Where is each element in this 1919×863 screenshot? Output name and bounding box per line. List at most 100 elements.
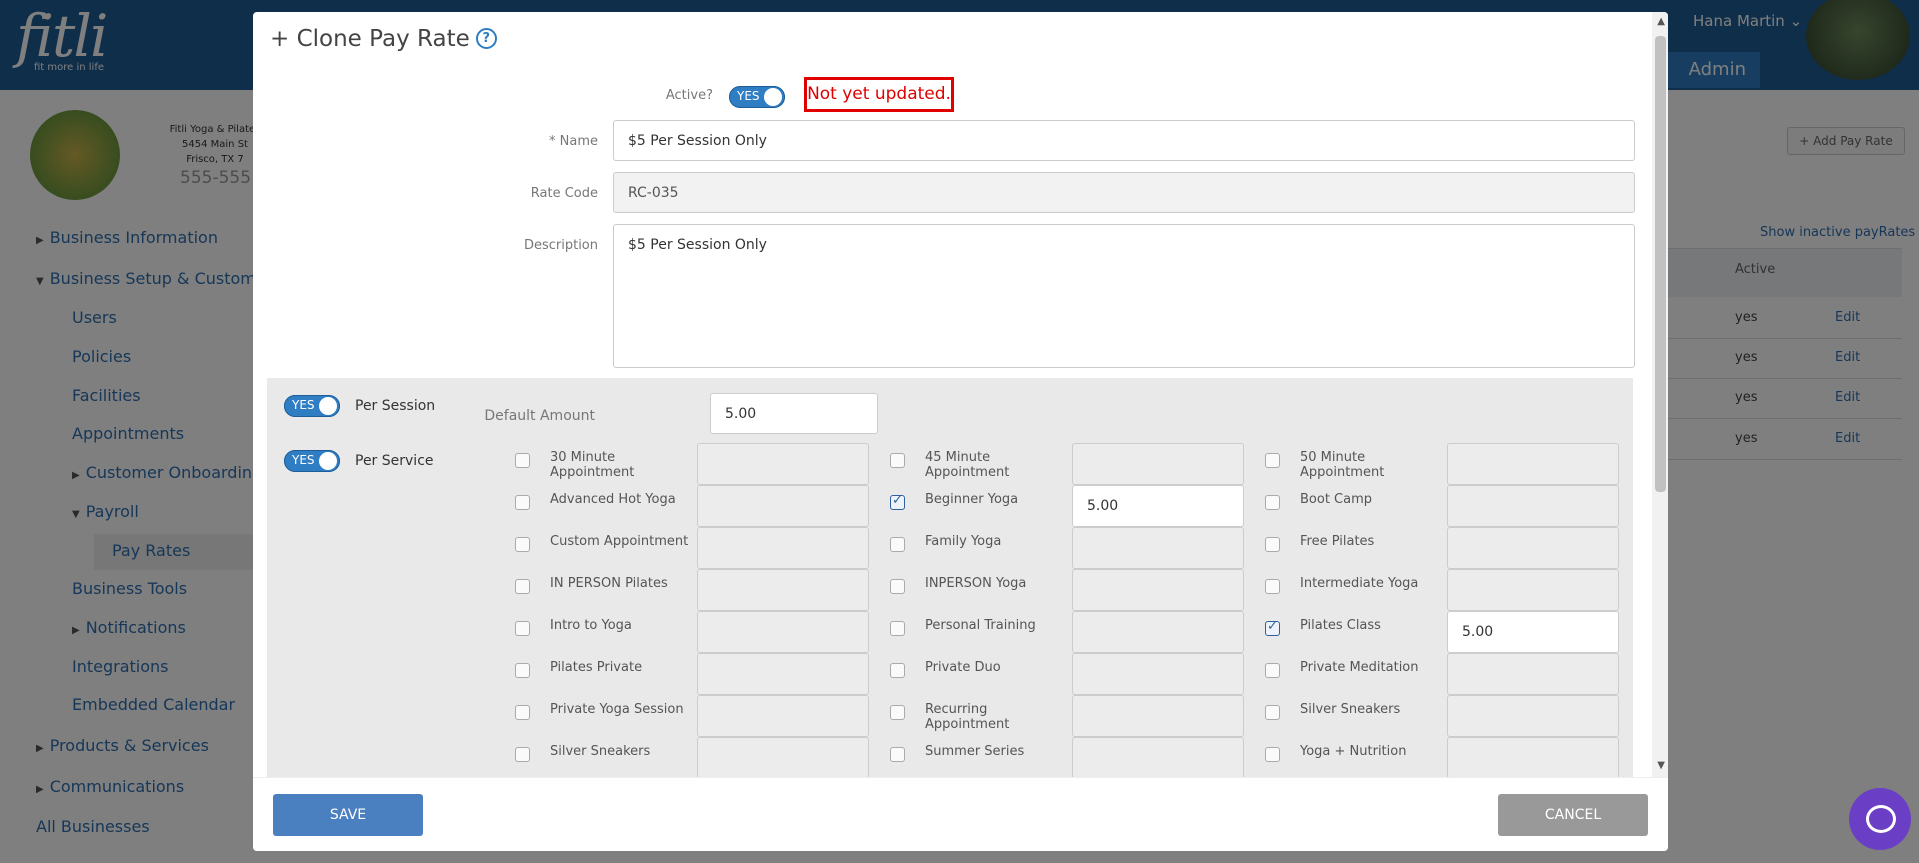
modal-title: + Clone Pay Rate? <box>270 26 497 52</box>
service-label: Intermediate Yoga <box>1300 576 1419 591</box>
service-label: Private Yoga Session <box>550 702 684 717</box>
service-checkbox[interactable] <box>515 705 530 720</box>
service-label: Pilates Class <box>1300 618 1381 633</box>
rates-panel: YES Per Session Default Amount YES Per S… <box>267 378 1633 798</box>
service-amount-input[interactable]: 5.00 <box>1447 611 1619 653</box>
service-checkbox[interactable] <box>1265 705 1280 720</box>
service-amount-input[interactable] <box>697 527 869 569</box>
name-input[interactable] <box>613 120 1635 161</box>
service-amount-input[interactable] <box>1447 695 1619 737</box>
per-session-toggle[interactable]: YES <box>284 395 340 417</box>
service-label: Silver Sneakers <box>550 744 651 759</box>
default-amount-input[interactable] <box>710 393 878 434</box>
service-amount-input[interactable] <box>697 737 869 779</box>
service-label: Private Meditation <box>1300 660 1419 675</box>
service-amount-input[interactable] <box>1072 737 1244 779</box>
toggle-label: YES <box>737 89 760 103</box>
service-checkbox[interactable] <box>515 537 530 552</box>
service-amount-input[interactable] <box>1072 443 1244 485</box>
service-checkbox[interactable] <box>1265 579 1280 594</box>
default-amount-label: Default Amount <box>484 408 595 424</box>
service-amount-input[interactable] <box>697 611 869 653</box>
rate-code-input[interactable] <box>613 172 1635 213</box>
service-amount-input[interactable] <box>697 695 869 737</box>
service-label: IN PERSON Pilates <box>550 576 668 591</box>
service-amount-input[interactable] <box>1447 653 1619 695</box>
cancel-button[interactable]: CANCEL <box>1498 794 1648 836</box>
toggle-knob <box>764 88 782 106</box>
service-checkbox[interactable] <box>890 493 905 510</box>
service-label: 30 Minute Appointment <box>550 450 635 480</box>
service-checkbox[interactable] <box>890 453 905 468</box>
service-label: Yoga + Nutrition <box>1300 744 1407 759</box>
service-amount-input[interactable] <box>1072 653 1244 695</box>
service-checkbox[interactable] <box>1265 495 1280 510</box>
help-icon[interactable]: ? <box>475 28 497 49</box>
name-label: * Name <box>549 134 598 149</box>
service-checkbox[interactable] <box>890 663 905 678</box>
service-checkbox[interactable] <box>890 537 905 552</box>
service-amount-input[interactable] <box>1447 485 1619 527</box>
service-amount-input[interactable] <box>1447 443 1619 485</box>
service-amount-input[interactable] <box>1072 569 1244 611</box>
service-label: Summer Series <box>925 744 1025 759</box>
service-label: Family Yoga <box>925 534 1002 549</box>
service-amount-input[interactable] <box>697 485 869 527</box>
service-checkbox[interactable] <box>890 579 905 594</box>
service-checkbox[interactable] <box>1265 537 1280 552</box>
service-checkbox[interactable] <box>1265 619 1280 636</box>
toggle-label: YES <box>292 398 315 412</box>
service-amount-input[interactable] <box>1072 527 1244 569</box>
service-label: Advanced Hot Yoga <box>550 492 676 507</box>
scrollbar[interactable]: ▲ ▼ <box>1652 12 1668 777</box>
service-checkbox[interactable] <box>1265 453 1280 468</box>
service-label: Silver Sneakers <box>1300 702 1401 717</box>
service-checkbox[interactable] <box>890 621 905 636</box>
service-checkbox[interactable] <box>1265 663 1280 678</box>
service-amount-input[interactable] <box>1072 695 1244 737</box>
service-amount-input[interactable] <box>1447 527 1619 569</box>
service-amount-input[interactable] <box>697 569 869 611</box>
chat-bubble-icon[interactable] <box>1849 788 1911 850</box>
service-amount-input[interactable] <box>1447 737 1619 779</box>
save-button[interactable]: SAVE <box>273 794 423 836</box>
service-checkbox[interactable] <box>890 747 905 762</box>
service-checkbox[interactable] <box>1265 747 1280 762</box>
service-checkbox[interactable] <box>515 495 530 510</box>
description-textarea[interactable]: $5 Per Session Only <box>613 224 1635 368</box>
active-label: Active? <box>665 88 713 103</box>
service-label: Boot Camp <box>1300 492 1373 507</box>
service-checkbox[interactable] <box>515 747 530 762</box>
active-toggle[interactable]: YES <box>729 86 785 108</box>
service-label: Beginner Yoga <box>925 492 1019 507</box>
service-label: Custom Appointment <box>550 534 689 549</box>
service-amount-input[interactable] <box>697 443 869 485</box>
service-amount-input[interactable] <box>1072 611 1244 653</box>
description-label: Description <box>523 238 598 253</box>
service-amount-input[interactable] <box>697 653 869 695</box>
service-label: 45 Minute Appointment <box>925 450 1010 480</box>
service-label: 50 Minute Appointment <box>1300 450 1385 480</box>
rate-code-label: Rate Code <box>530 186 598 201</box>
per-service-toggle[interactable]: YES <box>284 450 340 472</box>
service-checkbox[interactable] <box>890 705 905 720</box>
service-amount-input[interactable] <box>1447 569 1619 611</box>
per-session-label: Per Session <box>355 398 436 414</box>
service-checkbox[interactable] <box>515 621 530 636</box>
scroll-down-icon[interactable]: ▼ <box>1657 760 1665 771</box>
modal-title-text: + Clone Pay Rate <box>270 26 470 52</box>
service-amount-input[interactable]: 5.00 <box>1072 485 1244 527</box>
modal-footer: SAVE CANCEL <box>253 777 1668 851</box>
service-label: Private Duo <box>925 660 1001 675</box>
scrollbar-thumb[interactable] <box>1655 36 1666 492</box>
not-updated-note: Not yet updated. <box>804 77 954 112</box>
service-checkbox[interactable] <box>515 663 530 678</box>
service-label: Free Pilates <box>1300 534 1375 549</box>
scroll-up-icon[interactable]: ▲ <box>1657 16 1665 27</box>
service-checkbox[interactable] <box>515 579 530 594</box>
service-label: Personal Training <box>925 618 1036 633</box>
toggle-label: YES <box>292 453 315 467</box>
service-label: INPERSON Yoga <box>925 576 1027 591</box>
service-label: Recurring Appointment <box>925 702 1010 732</box>
service-checkbox[interactable] <box>515 453 530 468</box>
